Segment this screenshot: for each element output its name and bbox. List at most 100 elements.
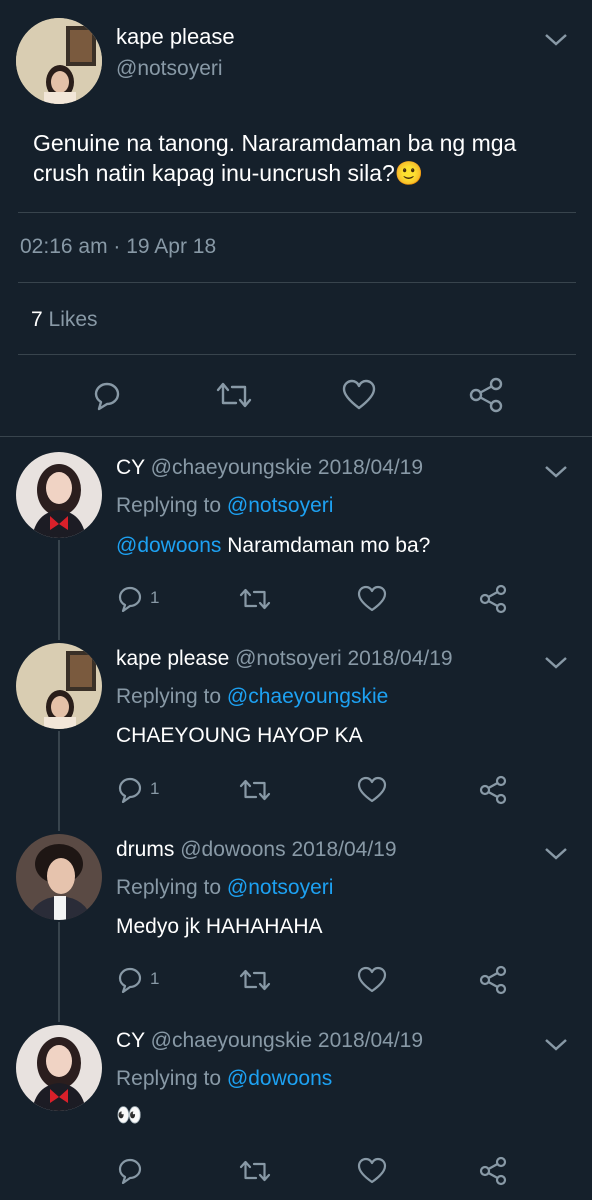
share-icon (469, 377, 503, 413)
display-name[interactable]: CY (116, 456, 145, 479)
display-name[interactable]: kape please (116, 24, 235, 50)
heart-icon (357, 966, 387, 993)
replying-label: Replying to (116, 1067, 222, 1090)
display-name[interactable]: CY (116, 1029, 145, 1052)
reply-icon (118, 1158, 142, 1184)
tweet-time: 02:16 am (20, 235, 108, 258)
retweet-button[interactable] (214, 378, 254, 412)
likes-count: 7 (31, 308, 43, 331)
reply-text: Medyo jk HAHAHAHA (116, 915, 323, 939)
like-button[interactable] (357, 776, 387, 804)
avatar-image (16, 452, 102, 538)
replying-to-link[interactable]: @chaeyoungskie (227, 685, 388, 708)
like-button[interactable] (341, 378, 377, 412)
tweet-timestamp: 02:16 am · 19 Apr 18 (20, 235, 216, 259)
avatar[interactable] (16, 452, 102, 538)
heart-icon (357, 1157, 387, 1184)
replying-to-link[interactable]: @notsoyeri (227, 494, 334, 517)
like-button[interactable] (357, 1157, 387, 1185)
replying-to-link[interactable]: @dowoons (227, 1067, 332, 1090)
reply-button[interactable]: 1 (116, 584, 159, 612)
tweet-text: Genuine na tanong. Nararamdaman ba ng mg… (33, 130, 517, 186)
reply-icon (118, 586, 142, 612)
retweet-icon (239, 588, 271, 610)
like-button[interactable] (357, 966, 387, 994)
reply-date: 2018/04/19 (317, 1029, 424, 1052)
retweet-button[interactable] (238, 585, 272, 613)
reply-header: kape please @notsoyeri 2018/04/19 (116, 647, 453, 671)
reply-count: 1 (150, 779, 160, 798)
reply-header: CY @chaeyoungskie 2018/04/19 (116, 456, 423, 480)
retweet-icon (239, 969, 271, 991)
replying-to: Replying to @chaeyoungskie (116, 685, 388, 709)
likes-label: Likes (48, 308, 98, 331)
handle[interactable]: @chaeyoungskie (151, 456, 312, 479)
share-button[interactable] (468, 377, 504, 413)
reply-text: @dowoons Naramdaman mo ba? (116, 534, 430, 558)
heart-icon (342, 379, 376, 410)
reply-body: CHAEYOUNG HAYOP KA (116, 724, 363, 747)
reply-body: Naramdaman mo ba? (227, 534, 431, 557)
retweet-icon (239, 779, 271, 801)
avatar[interactable] (16, 18, 102, 104)
reply-button[interactable]: 1 (116, 965, 159, 993)
reply-icon (118, 967, 142, 993)
share-button[interactable] (478, 1156, 508, 1186)
reply-icon (118, 777, 142, 803)
chevron-down-icon[interactable] (543, 846, 569, 862)
reply-body: 👀 (116, 1104, 143, 1127)
chevron-down-icon[interactable] (543, 655, 569, 671)
handle[interactable]: @notsoyeri (235, 647, 342, 670)
display-name[interactable]: kape please (116, 647, 229, 670)
mention-link[interactable]: @dowoons (116, 534, 221, 557)
retweet-icon (239, 1160, 271, 1182)
reply-button[interactable] (90, 378, 124, 412)
reply-text: 👀 (116, 1104, 142, 1128)
divider (18, 212, 576, 213)
handle[interactable]: @notsoyeri (116, 57, 223, 81)
avatar[interactable] (16, 834, 102, 920)
reply-count: 1 (150, 588, 160, 607)
replying-label: Replying to (116, 685, 222, 708)
retweet-button[interactable] (238, 1157, 272, 1185)
retweet-button[interactable] (238, 776, 272, 804)
chevron-down-icon[interactable] (543, 1037, 569, 1053)
handle[interactable]: @chaeyoungskie (151, 1029, 312, 1052)
share-icon (479, 1156, 507, 1186)
like-button[interactable] (357, 585, 387, 613)
thread-line (58, 731, 60, 831)
share-button[interactable] (478, 775, 508, 805)
heart-icon (357, 585, 387, 612)
reply-text: CHAEYOUNG HAYOP KA (116, 724, 363, 748)
handle[interactable]: @dowoons (180, 838, 285, 861)
reply-date: 2018/04/19 (317, 456, 424, 479)
chevron-down-icon[interactable] (543, 464, 569, 480)
retweet-button[interactable] (238, 966, 272, 994)
divider (18, 354, 576, 355)
divider (18, 282, 576, 283)
replying-label: Replying to (116, 494, 222, 517)
reply-count: 1 (150, 969, 160, 988)
replying-to: Replying to @notsoyeri (116, 494, 333, 518)
share-button[interactable] (478, 584, 508, 614)
meta-separator: · (113, 235, 121, 258)
reply-date: 2018/04/19 (347, 647, 453, 670)
divider (0, 436, 592, 437)
avatar-image (16, 18, 102, 104)
replying-to-link[interactable]: @notsoyeri (227, 876, 334, 899)
likes-summary[interactable]: 7 Likes (31, 308, 98, 332)
chevron-down-icon[interactable] (543, 32, 569, 48)
reply-button[interactable] (116, 1156, 150, 1184)
avatar[interactable] (16, 643, 102, 729)
reply-body: Medyo jk HAHAHAHA (116, 915, 323, 938)
replying-to: Replying to @notsoyeri (116, 876, 333, 900)
avatar[interactable] (16, 1025, 102, 1111)
reply-header: CY @chaeyoungskie 2018/04/19 (116, 1029, 423, 1053)
reply-button[interactable]: 1 (116, 775, 159, 803)
share-button[interactable] (478, 965, 508, 995)
display-name[interactable]: drums (116, 838, 174, 861)
avatar-image (16, 834, 102, 920)
share-icon (479, 584, 507, 614)
reply-icon (94, 382, 120, 411)
reply-date: 2018/04/19 (291, 838, 397, 861)
